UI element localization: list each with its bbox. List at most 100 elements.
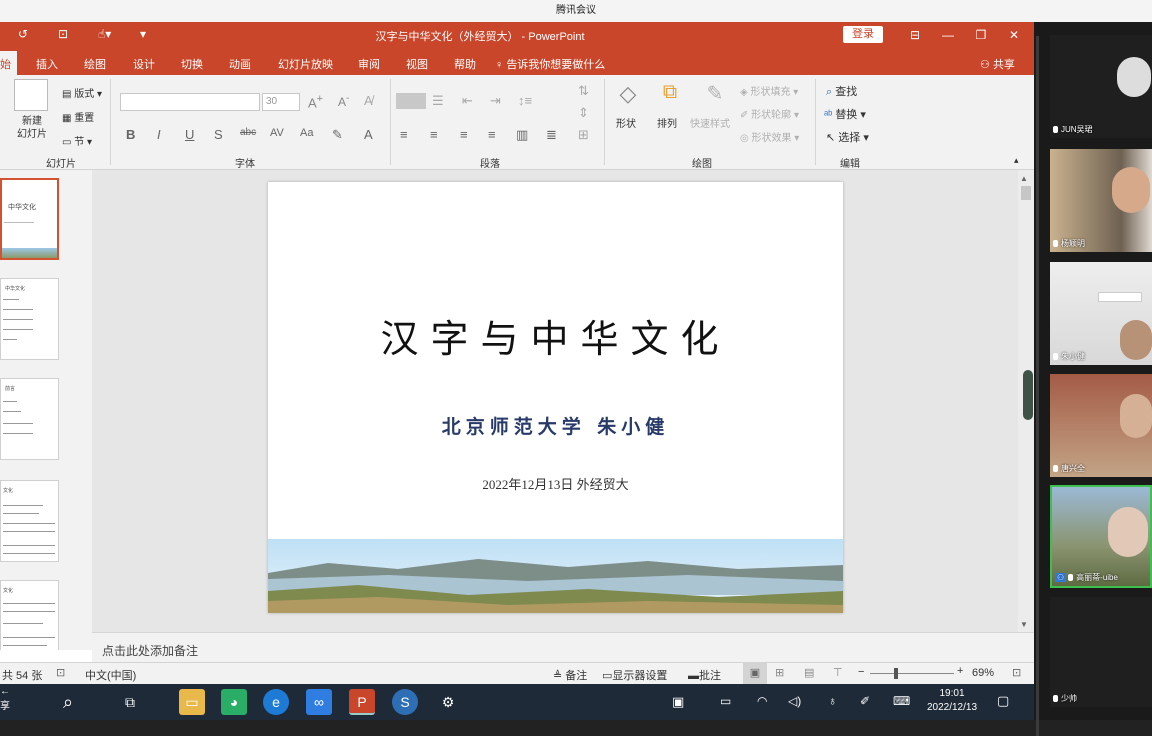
increase-indent-icon[interactable]: ⇥ [490, 93, 501, 109]
thumbnail-slide-1[interactable]: 中华文化 [0, 178, 59, 260]
font-name-field[interactable] [120, 93, 260, 111]
current-slide[interactable]: 汉字与中华文化 北京师范大学 朱小健 2022年12月13日 外经贸大 [268, 182, 843, 613]
scroll-thumb[interactable] [1021, 186, 1031, 200]
notification-icon[interactable]: ▢ [997, 693, 1009, 709]
sogou-icon[interactable]: S [392, 689, 418, 715]
panel-collapse-handle[interactable] [1023, 370, 1033, 420]
tab-animations[interactable]: 动画 [229, 56, 251, 72]
search-icon[interactable]: ⌕ [55, 689, 81, 715]
reading-view-icon[interactable]: ▤ [804, 666, 814, 679]
reset-button[interactable]: ▦ 重置 [62, 109, 94, 124]
normal-view-icon[interactable]: ▣ [743, 663, 767, 684]
tab-view[interactable]: 视图 [406, 56, 428, 72]
bullets-icon[interactable] [396, 93, 426, 109]
grow-font-icon[interactable]: A+ [308, 93, 323, 110]
numbering-icon[interactable]: ☰ [432, 93, 444, 109]
zoom-out-icon[interactable]: − [858, 666, 864, 678]
highlight-icon[interactable]: ✎ [332, 127, 343, 143]
battery-icon[interactable]: ▭ [720, 694, 731, 708]
collapse-ribbon-icon[interactable]: ▴ [1014, 155, 1019, 166]
participant-tile-1[interactable]: JUN吴珺 [1050, 35, 1152, 138]
participant-tile-3[interactable]: 朱小健 [1050, 262, 1152, 365]
arrange-button[interactable]: 排列 [657, 115, 677, 130]
thumbnail-slide-5[interactable]: 文化 [0, 580, 59, 650]
zoom-slider-thumb[interactable] [894, 668, 898, 679]
ribbon-display-icon[interactable]: ⊟ [900, 24, 930, 46]
notes-placeholder[interactable]: 点击此处添加备注 [102, 642, 198, 659]
minimize-icon[interactable]: — [933, 24, 963, 46]
zoom-in-icon[interactable]: + [957, 665, 963, 677]
restore-icon[interactable]: ❐ [966, 24, 996, 46]
tab-design[interactable]: 设计 [133, 56, 155, 72]
wifi-icon[interactable]: ◠ [757, 694, 767, 708]
font-color-icon[interactable]: A [364, 127, 373, 142]
align-center-icon[interactable]: ≡ [430, 127, 438, 142]
comments-toggle[interactable]: ▬批注 [688, 667, 721, 683]
slide-sorter-icon[interactable]: ⊞ [775, 666, 784, 679]
clear-format-icon[interactable]: A̸ [364, 93, 373, 108]
participant-tile-4[interactable]: 唐兴全 [1050, 374, 1152, 477]
select-button[interactable]: ↖ 选择 ▾ [826, 129, 869, 145]
layout-button[interactable]: ▤ 版式 ▾ [62, 85, 102, 100]
slide-date[interactable]: 2022年12月13日 外经贸大 [268, 474, 843, 493]
align-right-icon[interactable]: ≡ [460, 127, 468, 142]
login-button[interactable]: 登录 [843, 26, 883, 43]
new-slide-icon[interactable] [14, 79, 48, 111]
find-button[interactable]: ⌕ 查找 [826, 83, 857, 99]
keyboard-layout-icon[interactable]: ▣ [672, 694, 684, 710]
share-button[interactable]: ⚇ 共享 [980, 56, 1015, 72]
tab-transitions[interactable]: 切换 [181, 56, 203, 72]
shapes-button[interactable]: 形状 [616, 115, 636, 130]
notes-pane[interactable]: 点击此处添加备注 [92, 632, 1034, 662]
wechat-icon[interactable]: ◕ [221, 689, 247, 715]
line-spacing-icon[interactable]: ↕≡ [518, 93, 532, 108]
shape-fill-button[interactable]: ◈ 形状填充 ▾ [740, 83, 798, 98]
text-direction-icon[interactable]: ⇅ [578, 83, 589, 99]
smartart-icon[interactable]: ⊞ [578, 127, 589, 143]
align-left-icon[interactable]: ≡ [400, 127, 408, 142]
thumbnail-slide-2[interactable]: 中华文化 [0, 278, 59, 360]
tell-me-search[interactable]: ♀ 告诉我你想要做什么 [495, 56, 605, 72]
settings-gear-icon[interactable]: ⚙ [435, 689, 461, 715]
zoom-slider[interactable] [870, 673, 954, 674]
font-size-field[interactable]: 30 [262, 93, 300, 111]
tab-help[interactable]: 帮助 [454, 56, 476, 72]
scroll-down-icon[interactable]: ▼ [1020, 620, 1028, 629]
columns-icon[interactable]: ▥ [516, 127, 528, 143]
clock[interactable]: 19:01 2022/12/13 [922, 687, 982, 715]
scroll-up-icon[interactable]: ▲ [1020, 174, 1028, 183]
bold-icon[interactable]: B [126, 127, 135, 142]
language-status[interactable]: 中文(中国) [85, 667, 136, 683]
italic-icon[interactable]: I [157, 127, 161, 142]
shadow-icon[interactable]: S [214, 127, 223, 142]
tab-draw[interactable]: 绘图 [84, 56, 106, 72]
align-text-icon[interactable]: ⇕ [578, 105, 589, 121]
shape-effects-button[interactable]: ◎ 形状效果 ▾ [740, 129, 799, 144]
section-button[interactable]: ▭ 节 ▾ [62, 133, 92, 148]
participant-tile-6[interactable]: 少帅 [1050, 597, 1152, 707]
zoom-level[interactable]: 69% [972, 667, 994, 679]
participant-tile-5[interactable]: ⚇ 高丽蒂-uibe [1050, 485, 1152, 588]
strikethrough-icon[interactable]: abc [240, 127, 256, 138]
tab-insert[interactable]: 插入 [36, 56, 58, 72]
replace-button[interactable]: ᵃᵇ 替换 ▾ [824, 106, 866, 122]
shrink-font-icon[interactable]: A- [338, 93, 349, 109]
char-spacing-icon[interactable]: AV [270, 127, 284, 139]
tencent-meeting-icon[interactable]: ∞ [306, 689, 332, 715]
decrease-indent-icon[interactable]: ⇤ [462, 93, 473, 109]
thumbnail-slide-3[interactable]: 前言 [0, 378, 59, 460]
powerpoint-taskbar-icon[interactable]: P [349, 689, 375, 715]
spellcheck-icon[interactable]: ⊡ [56, 666, 65, 679]
new-slide-button[interactable]: 新建 幻灯片 [12, 115, 52, 141]
change-case-icon[interactable]: Aa [300, 127, 313, 139]
tab-review[interactable]: 审阅 [358, 56, 380, 72]
microphone-icon[interactable]: ♁ [828, 694, 837, 708]
slideshow-icon[interactable]: ⊤ [833, 666, 843, 679]
task-view-icon[interactable]: ⧉ [117, 689, 143, 715]
pen-icon[interactable]: ✐ [860, 694, 870, 708]
edge-icon[interactable]: e [263, 689, 289, 715]
underline-icon[interactable]: U [185, 127, 194, 142]
participant-tile-2[interactable]: 杨颖明 [1050, 149, 1152, 252]
file-explorer-icon[interactable]: ▭ [179, 689, 205, 715]
fit-to-window-icon[interactable]: ⊡ [1012, 666, 1021, 679]
